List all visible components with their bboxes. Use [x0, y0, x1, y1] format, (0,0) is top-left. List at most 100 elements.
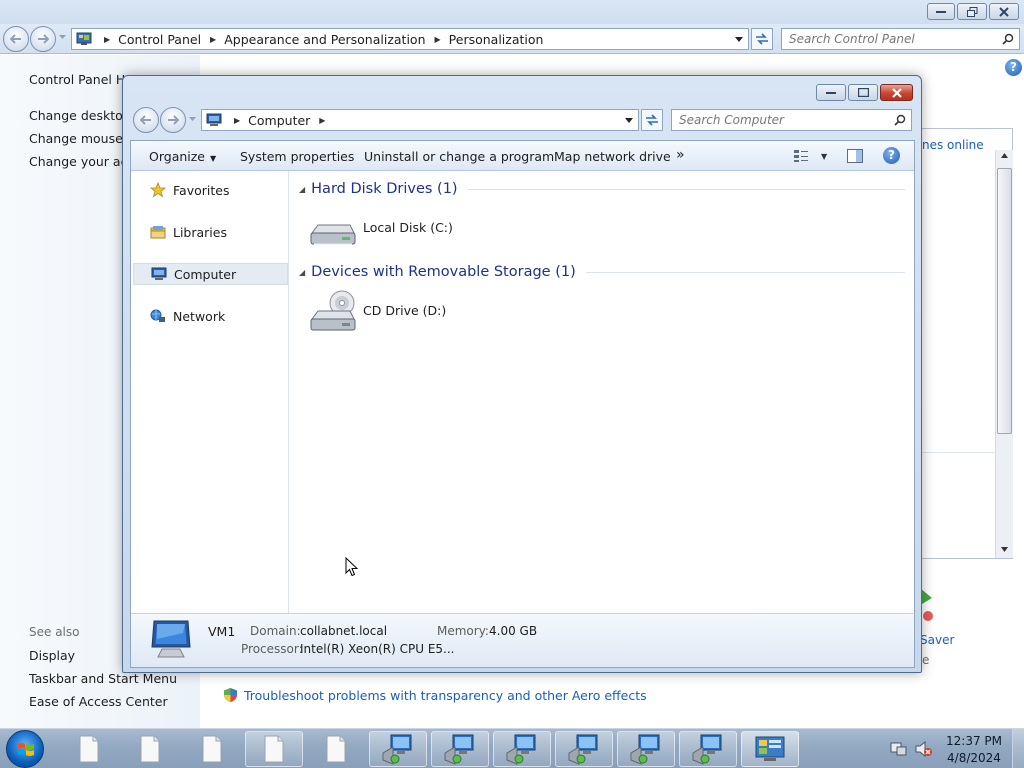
- cp-address-dropdown[interactable]: [735, 37, 743, 42]
- theme-list-divider: [918, 452, 994, 453]
- more-commands-button[interactable]: »: [676, 147, 685, 163]
- hard-disk-icon: [310, 224, 356, 245]
- breadcrumb-personalization[interactable]: Personalization: [449, 32, 544, 47]
- screen-saver-label[interactable]: Saver: [920, 633, 954, 647]
- search-icon[interactable]: [1002, 33, 1014, 45]
- cp-back-button[interactable]: [3, 26, 29, 52]
- exp-minimize-button[interactable]: [816, 84, 846, 101]
- exp-refresh-button[interactable]: [641, 109, 663, 131]
- taskbar-button-remote-2[interactable]: [431, 731, 489, 767]
- exp-search-box[interactable]: [671, 109, 912, 131]
- document-icon: [326, 735, 346, 763]
- chevron-down-icon: [189, 117, 196, 121]
- taskbar-button-remote-1[interactable]: [369, 731, 427, 767]
- memory-value: 4.00 GB: [489, 624, 538, 638]
- cp-minimize-button[interactable]: [927, 3, 955, 20]
- remote-desktop-icon: [444, 734, 474, 765]
- cp-refresh-button[interactable]: [751, 28, 773, 50]
- computer-large-icon: [151, 620, 191, 658]
- preview-pane-button[interactable]: [847, 149, 863, 163]
- organize-button[interactable]: Organize ▼: [149, 149, 216, 164]
- exp-address-dropdown[interactable]: [625, 118, 633, 123]
- ease-of-access-link[interactable]: Ease of Access Center: [29, 694, 168, 709]
- exp-address-bar[interactable]: ▶ Computer ▶: [201, 109, 639, 131]
- details-pane: VM1 Domain: collabnet.local Memory: 4.00…: [131, 613, 914, 667]
- action-center-icon[interactable]: [890, 741, 908, 757]
- display-link[interactable]: Display: [29, 648, 75, 663]
- chevron-down-icon: ▼: [210, 154, 217, 163]
- view-options-icon: [794, 150, 808, 162]
- theme-list-scrollbar[interactable]: [995, 150, 1013, 558]
- help-button[interactable]: ?: [883, 147, 900, 164]
- taskbar-button-control-panel[interactable]: [741, 731, 799, 767]
- search-icon[interactable]: [894, 114, 906, 126]
- remote-desktop-icon: [506, 734, 536, 765]
- exp-search-input[interactable]: [679, 113, 894, 127]
- arrow-left-icon: [10, 34, 21, 44]
- change-view-button[interactable]: ▼: [793, 149, 827, 163]
- cp-close-button[interactable]: [989, 3, 1019, 20]
- cp-search-box[interactable]: [781, 28, 1020, 50]
- nav-computer[interactable]: Computer: [133, 263, 288, 285]
- cp-address-bar[interactable]: ▶ Control Panel ▶ Appearance and Persona…: [71, 28, 749, 50]
- taskbar-button-remote-3[interactable]: [493, 731, 551, 767]
- remote-desktop-icon: [692, 734, 722, 765]
- exp-recent-dropdown[interactable]: [189, 117, 196, 122]
- taskbar-button-remote-4[interactable]: [555, 731, 613, 767]
- breadcrumb-control-panel[interactable]: Control Panel: [118, 32, 201, 47]
- taskbar-button-document-2[interactable]: [121, 731, 179, 767]
- taskbar-start-menu-link[interactable]: Taskbar and Start Menu: [29, 671, 177, 686]
- taskbar: 12:37 PM 4/8/2024: [0, 728, 1024, 768]
- cp-recent-dropdown[interactable]: [59, 35, 66, 40]
- group-header-hard-disks[interactable]: ◢ Hard Disk Drives (1): [290, 179, 905, 199]
- document-icon: [79, 735, 99, 763]
- restore-icon: [966, 6, 977, 17]
- memory-label: Memory:: [437, 624, 489, 638]
- volume-muted-icon[interactable]: [915, 741, 933, 757]
- exp-close-button[interactable]: [880, 84, 913, 101]
- screen-saver-sublabel: e: [922, 653, 930, 667]
- troubleshoot-aero-link[interactable]: Troubleshoot problems with transparency …: [244, 688, 647, 703]
- domain-value: collabnet.local: [300, 624, 388, 638]
- computer-icon: [206, 113, 222, 127]
- taskbar-button-document-1[interactable]: [60, 731, 118, 767]
- computer-icon: [150, 265, 168, 283]
- remote-desktop-icon: [382, 734, 412, 765]
- troubleshoot-row[interactable]: Troubleshoot problems with transparency …: [223, 687, 647, 703]
- clock-date[interactable]: 4/8/2024: [946, 751, 1002, 765]
- taskbar-button-remote-6[interactable]: [679, 731, 737, 767]
- clock-time[interactable]: 12:37 PM: [946, 734, 1002, 748]
- show-desktop-button[interactable]: [1012, 729, 1024, 768]
- group-header-removable[interactable]: ◢ Devices with Removable Storage (1): [290, 262, 905, 282]
- taskbar-button-document-4[interactable]: [245, 731, 303, 767]
- exp-maximize-button[interactable]: [848, 84, 878, 101]
- computer-window: ▶ Computer ▶ Organize▼ System properties…: [122, 75, 922, 673]
- nav-favorites[interactable]: Favorites: [133, 179, 288, 201]
- scrollbar-thumb[interactable]: [997, 168, 1012, 434]
- control-panel-icon: [755, 736, 785, 761]
- exp-back-button[interactable]: [133, 107, 159, 133]
- help-icon[interactable]: ?: [1005, 59, 1022, 76]
- breadcrumb-appearance[interactable]: Appearance and Personalization: [224, 32, 425, 47]
- refresh-icon: [756, 33, 768, 45]
- cp-restore-button[interactable]: [957, 3, 987, 20]
- drive-cd-d[interactable]: CD Drive (D:): [308, 289, 446, 335]
- taskbar-button-document-3[interactable]: [183, 731, 241, 767]
- map-network-drive-button[interactable]: Map network drive: [554, 149, 671, 164]
- start-button[interactable]: [6, 730, 44, 768]
- get-themes-online-link[interactable]: nes online: [922, 138, 984, 152]
- exp-forward-button[interactable]: [160, 107, 186, 133]
- breadcrumb-computer[interactable]: Computer: [248, 113, 310, 128]
- uninstall-program-button[interactable]: Uninstall or change a program: [364, 149, 554, 164]
- nav-libraries[interactable]: Libraries: [133, 221, 288, 243]
- drive-local-disk-c[interactable]: Local Disk (C:): [308, 208, 453, 254]
- taskbar-button-remote-5[interactable]: [617, 731, 675, 767]
- cd-drive-icon: [310, 290, 356, 331]
- cp-forward-button[interactable]: [30, 26, 56, 52]
- nav-network[interactable]: Network: [133, 305, 288, 327]
- taskbar-button-document-5[interactable]: [307, 731, 365, 767]
- cp-search-input[interactable]: [789, 32, 1002, 46]
- system-properties-button[interactable]: System properties: [240, 149, 354, 164]
- remote-desktop-icon: [568, 734, 598, 765]
- minimize-icon: [826, 91, 836, 94]
